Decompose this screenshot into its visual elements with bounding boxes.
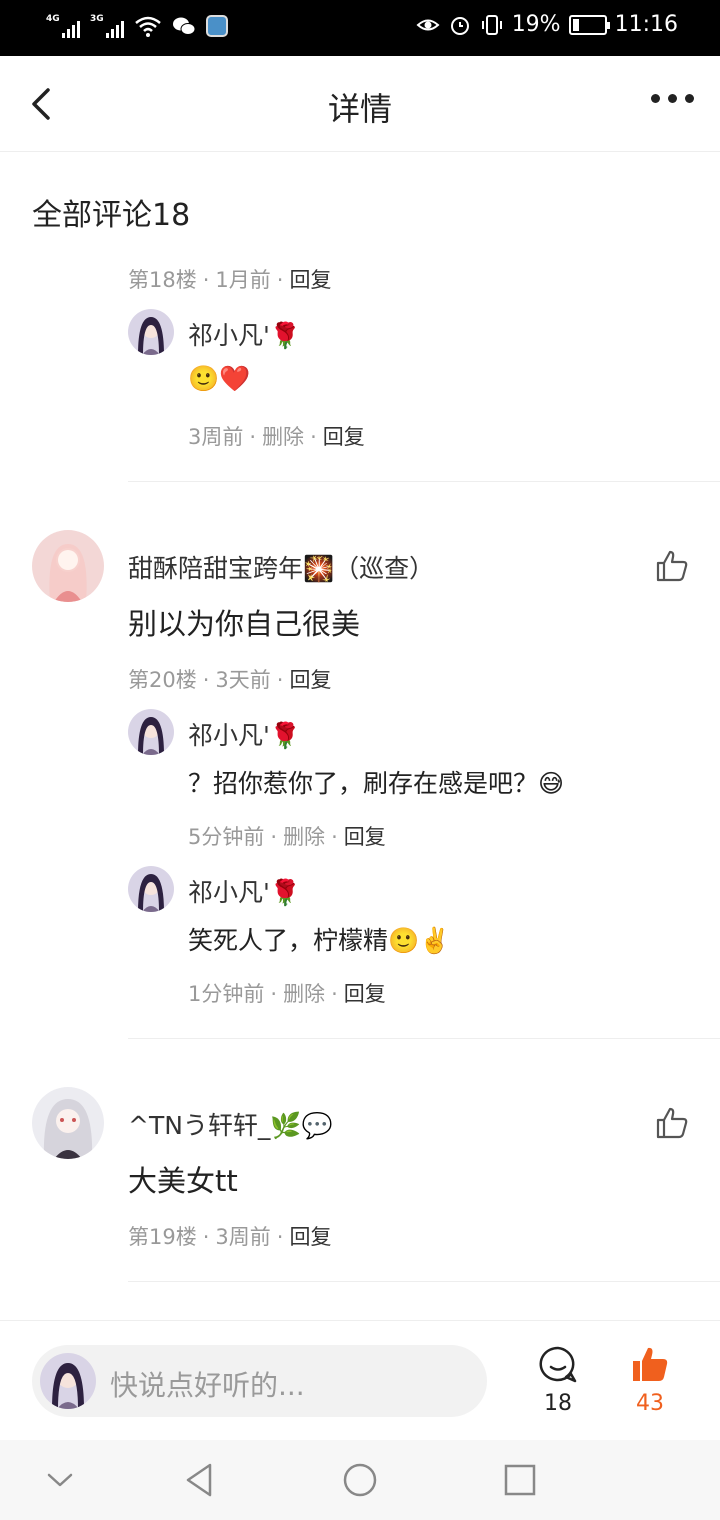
time-label: 1分钟前 — [188, 982, 265, 1006]
comment-meta: 第20楼 · 3天前 · 回复 — [128, 668, 332, 692]
comment-input-bar: 快说点好听的... 18 43 — [0, 1320, 720, 1440]
comment-button[interactable]: 18 — [528, 1345, 588, 1416]
wechat-icon — [173, 17, 196, 35]
comment-input[interactable]: 快说点好听的... — [32, 1345, 487, 1417]
comments-count-title: 全部评论18 — [32, 198, 191, 233]
comment-meta: 第18楼 · 1月前 · 回复 — [128, 268, 332, 292]
more-icon[interactable] — [651, 94, 694, 103]
signal-3g-icon: 3G — [90, 14, 124, 38]
delete-button[interactable]: 删除 — [262, 425, 304, 449]
avatar[interactable] — [32, 1087, 104, 1159]
avatar[interactable] — [128, 866, 174, 912]
alarm-icon — [450, 16, 469, 35]
comment-author-name[interactable]: ^TNう轩轩_🌿💬 — [128, 1106, 333, 1142]
avatar — [40, 1353, 96, 1409]
divider — [128, 481, 720, 482]
time-label: 5分钟前 — [188, 825, 265, 849]
divider — [128, 1281, 720, 1282]
reply-author-name[interactable]: 祁小凡'🌹 — [188, 873, 301, 909]
like-icon[interactable] — [654, 548, 690, 584]
reply-text: 笑死人了，柠檬精🙂✌️ — [188, 926, 451, 955]
avatar[interactable] — [32, 530, 104, 602]
time-label: 3天前 — [215, 668, 271, 692]
reply-text: ？招你惹你了，刷存在感是吧？😅 — [188, 769, 565, 798]
input-placeholder: 快说点好听的... — [110, 1369, 305, 1402]
reply-button[interactable]: 回复 — [289, 1225, 331, 1249]
signal-4g-icon: 4G — [46, 14, 80, 38]
comment-meta: 第19楼 · 3周前 · 回复 — [128, 1225, 332, 1249]
nav-home-icon[interactable] — [340, 1460, 380, 1500]
reply-author-name[interactable]: 祁小凡'🌹 — [188, 716, 301, 752]
signal-3g-label: 3G — [90, 14, 104, 24]
like-count: 43 — [636, 1391, 664, 1416]
reply-author-name[interactable]: 祁小凡'🌹 — [188, 316, 301, 352]
wifi-icon — [135, 16, 161, 37]
comment-author-name[interactable]: 甜酥陪甜宝跨年🎇（巡查） — [128, 549, 434, 585]
divider — [128, 1038, 720, 1039]
floor-label: 第20楼 — [128, 668, 197, 692]
like-icon[interactable] — [654, 1105, 690, 1141]
system-nav-bar — [0, 1440, 720, 1520]
comment-icon — [539, 1346, 577, 1383]
thumb-filled-icon — [633, 1347, 668, 1381]
time-label: 3周前 — [188, 425, 244, 449]
clock: 11:16 — [614, 12, 678, 37]
comment-text: 别以为你自己很美 — [128, 607, 361, 641]
reply-button[interactable]: 回复 — [344, 982, 386, 1006]
delete-button[interactable]: 删除 — [283, 982, 325, 1006]
signal-4g-label: 4G — [46, 14, 60, 24]
floor-label: 第18楼 — [128, 268, 197, 292]
reply-button[interactable]: 回复 — [344, 825, 386, 849]
status-right: 19% 11:16 — [416, 12, 678, 37]
nav-down-icon[interactable] — [40, 1460, 80, 1500]
like-button[interactable]: 43 — [620, 1345, 680, 1416]
nav-back-icon[interactable] — [180, 1460, 220, 1500]
avatar[interactable] — [128, 709, 174, 755]
floor-label: 第19楼 — [128, 1225, 197, 1249]
reply-button[interactable]: 回复 — [323, 425, 365, 449]
time-label: 3周前 — [215, 1225, 271, 1249]
battery-icon — [568, 14, 610, 35]
status-bar: 4G 3G 19% 11:16 — [0, 0, 720, 56]
reply-meta: 3周前 · 删除 · 回复 — [188, 425, 365, 449]
status-left: 4G 3G — [46, 14, 228, 38]
eye-icon — [416, 19, 440, 30]
page-title: 详情 — [327, 90, 392, 128]
vibrate-icon — [481, 14, 502, 35]
reply-button[interactable]: 回复 — [289, 268, 331, 292]
time-label: 1月前 — [215, 268, 271, 292]
reply-button[interactable]: 回复 — [289, 668, 331, 692]
comment-text: 大美女tt — [128, 1164, 238, 1198]
nav-recent-icon[interactable] — [500, 1460, 540, 1500]
reply-text: 🙂❤️ — [188, 364, 251, 393]
delete-button[interactable]: 删除 — [283, 825, 325, 849]
comment-count: 18 — [544, 1391, 572, 1416]
reply-meta: 5分钟前 · 删除 · 回复 — [188, 825, 386, 849]
top-app-bar: 详情 — [0, 56, 720, 152]
battery-percent: 19% — [511, 12, 561, 37]
reply-meta: 1分钟前 · 删除 · 回复 — [188, 982, 386, 1006]
avatar[interactable] — [128, 309, 174, 355]
app-notification-icon — [206, 15, 228, 37]
